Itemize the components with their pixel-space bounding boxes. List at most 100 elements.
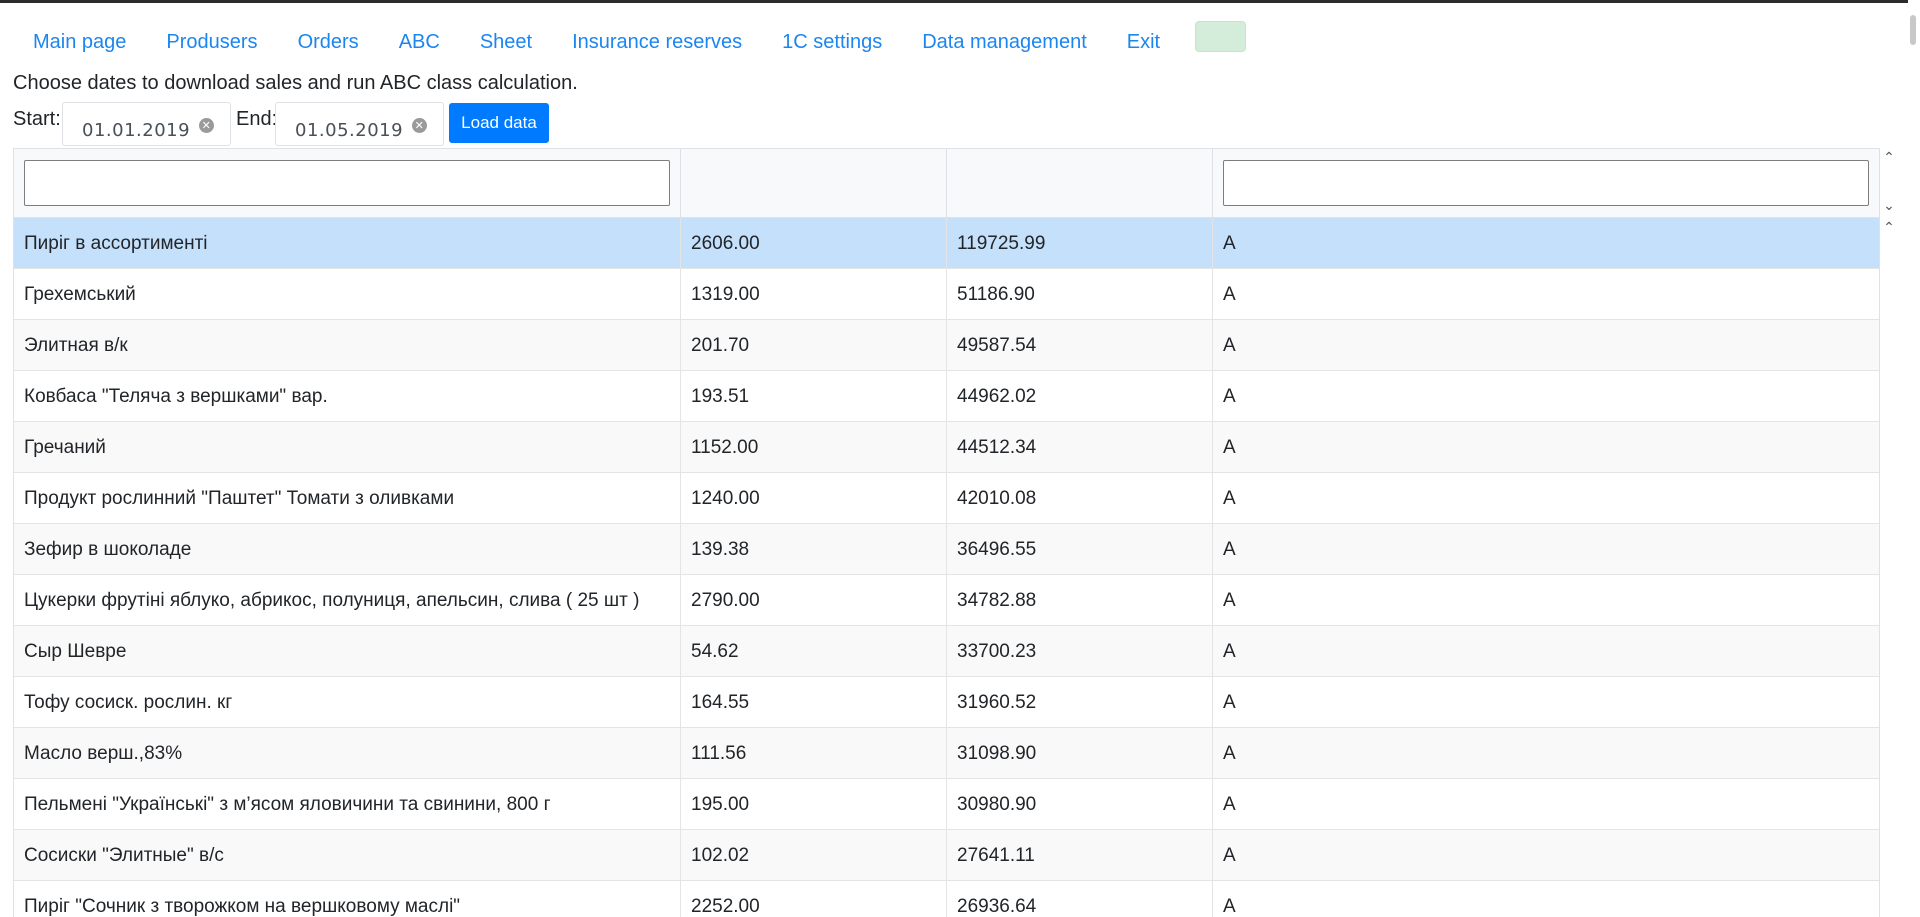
- nav-sheet[interactable]: Sheet: [480, 31, 532, 54]
- start-date-input[interactable]: 01.01.2019 ✕: [62, 102, 231, 146]
- table-row[interactable]: Элитная в/к 201.70 49587.54 A: [14, 320, 1879, 371]
- scroll-down-icon[interactable]: ⌄: [1882, 198, 1896, 212]
- nav-orders[interactable]: Orders: [298, 31, 359, 54]
- table-row[interactable]: Пиріг "Сочник з творожком на вершковому …: [14, 881, 1879, 917]
- quantity-cell: 193.51: [681, 371, 947, 422]
- table-filter-row: [14, 149, 1879, 218]
- abc-class-cell: A: [1223, 233, 1236, 254]
- product-name-cell: Сыр Шевре: [14, 626, 681, 677]
- main-nav: Main page Produsers Orders ABC Sheet Ins…: [16, 17, 1247, 67]
- end-date-value: 01.05.2019: [295, 120, 404, 141]
- window-top-border: [0, 0, 1920, 3]
- page-scrollbar[interactable]: [1908, 0, 1920, 917]
- sum-cell: 26936.64: [947, 881, 1213, 917]
- nav-insurance-reserves[interactable]: Insurance reserves: [572, 31, 742, 54]
- quantity-cell: 111.56: [681, 728, 947, 779]
- quantity-cell: 102.02: [681, 830, 947, 881]
- abc-class-cell: A: [1223, 284, 1236, 305]
- filter-cell-quantity: [681, 149, 947, 217]
- abc-table: Пиріг в ассортименті 2606.00 119725.99 A Гре…: [13, 148, 1880, 917]
- start-label: Start:: [13, 108, 61, 130]
- product-name-cell: Грехемський: [14, 269, 681, 320]
- quantity-cell: 1319.00: [681, 269, 947, 320]
- status-badge: [1195, 20, 1247, 52]
- quantity-cell: 2790.00: [681, 575, 947, 626]
- end-date-input[interactable]: 01.05.2019 ✕: [275, 102, 444, 146]
- table-row[interactable]: Сыр Шевре 54.62 33700.23 A: [14, 626, 1879, 677]
- product-name-cell: Элитная в/к: [14, 320, 681, 371]
- abc-class-cell: A: [1223, 437, 1236, 458]
- table-row[interactable]: Ковбаса "Теляча з вершками" вар. 193.51 44…: [14, 371, 1879, 422]
- product-name-cell: Пиріг "Сочник з творожком на вершковому …: [14, 881, 681, 917]
- product-name-cell: Масло верш.,83%: [14, 728, 681, 779]
- abc-class-cell: A: [1223, 896, 1236, 917]
- start-date-value: 01.01.2019: [82, 120, 191, 141]
- product-name-cell: Пельмені "Українські" з м’ясом яловичини…: [14, 779, 681, 830]
- quantity-cell: 1240.00: [681, 473, 947, 524]
- abc-class-cell: A: [1223, 386, 1236, 407]
- table-row[interactable]: Пиріг в ассортименті 2606.00 119725.99 A: [14, 218, 1879, 269]
- sum-cell: 33700.23: [947, 626, 1213, 677]
- table-row[interactable]: Грехемський 1319.00 51186.90 A: [14, 269, 1879, 320]
- clear-end-date-icon[interactable]: ✕: [412, 118, 427, 133]
- filter-cell-name: [14, 149, 681, 217]
- product-name-cell: Зефир в шоколаде: [14, 524, 681, 575]
- product-name-cell: Гречаний: [14, 422, 681, 473]
- clear-start-date-icon[interactable]: ✕: [199, 118, 214, 133]
- table-row[interactable]: Масло верш.,83% 111.56 31098.90 A: [14, 728, 1879, 779]
- filter-cell-sum: [947, 149, 1213, 217]
- table-row[interactable]: Тофу сосиск. рослин. кг 164.55 31960.52 A: [14, 677, 1879, 728]
- nav-1c-settings[interactable]: 1C settings: [782, 31, 882, 54]
- sum-cell: 31960.52: [947, 677, 1213, 728]
- table-row[interactable]: Продукт рослинний "Паштет" Томати з олив…: [14, 473, 1879, 524]
- nav-abc[interactable]: ABC: [399, 31, 440, 54]
- sum-cell: 27641.11: [947, 830, 1213, 881]
- quantity-cell: 195.00: [681, 779, 947, 830]
- product-name-cell: Пиріг в ассортименті: [14, 218, 681, 269]
- scroll-up-icon[interactable]: ⌃: [1882, 220, 1896, 234]
- nav-produsers[interactable]: Produsers: [166, 31, 257, 54]
- sum-cell: 44962.02: [947, 371, 1213, 422]
- table-row[interactable]: Сосиски "Элитные" в/с 102.02 27641.11 A: [14, 830, 1879, 881]
- class-filter-input[interactable]: [1223, 160, 1869, 206]
- load-data-button[interactable]: Load data: [449, 103, 549, 143]
- sum-cell: 49587.54: [947, 320, 1213, 371]
- product-name-cell: Сосиски "Элитные" в/с: [14, 830, 681, 881]
- product-name-cell: Цукерки фрутіні яблуко, абрикос, полуниц…: [14, 575, 681, 626]
- product-name-cell: Тофу сосиск. рослин. кг: [14, 677, 681, 728]
- quantity-cell: 139.38: [681, 524, 947, 575]
- sum-cell: 119725.99: [947, 218, 1213, 269]
- end-label: End:: [236, 108, 278, 130]
- table-scrollbar[interactable]: ⌃ ⌄ ⌃: [1880, 148, 1898, 917]
- sum-cell: 34782.88: [947, 575, 1213, 626]
- nav-exit[interactable]: Exit: [1127, 31, 1160, 54]
- quantity-cell: 54.62: [681, 626, 947, 677]
- info-text: Choose dates to download sales and run A…: [13, 72, 578, 94]
- sum-cell: 51186.90: [947, 269, 1213, 320]
- table-row[interactable]: Зефир в шоколаде 139.38 36496.55 A: [14, 524, 1879, 575]
- sum-cell: 44512.34: [947, 422, 1213, 473]
- table-row[interactable]: Гречаний 1152.00 44512.34 A: [14, 422, 1879, 473]
- page-scrollbar-thumb[interactable]: [1910, 15, 1916, 45]
- sum-cell: 31098.90: [947, 728, 1213, 779]
- filter-cell-class: [1213, 149, 1879, 217]
- abc-class-cell: A: [1223, 692, 1236, 713]
- abc-class-cell: A: [1223, 794, 1236, 815]
- table-row[interactable]: Цукерки фрутіні яблуко, абрикос, полуниц…: [14, 575, 1879, 626]
- product-name-cell: Ковбаса "Теляча з вершками" вар.: [14, 371, 681, 422]
- quantity-cell: 164.55: [681, 677, 947, 728]
- quantity-cell: 2606.00: [681, 218, 947, 269]
- quantity-cell: 1152.00: [681, 422, 947, 473]
- scroll-up-icon[interactable]: ⌃: [1882, 150, 1896, 164]
- abc-class-cell: A: [1223, 590, 1236, 611]
- sum-cell: 30980.90: [947, 779, 1213, 830]
- table-row[interactable]: Пельмені "Українські" з м’ясом яловичини…: [14, 779, 1879, 830]
- nav-main-page[interactable]: Main page: [33, 31, 126, 54]
- nav-data-management[interactable]: Data management: [922, 31, 1087, 54]
- name-filter-input[interactable]: [24, 160, 670, 206]
- quantity-cell: 2252.00: [681, 881, 947, 917]
- product-name-cell: Продукт рослинний "Паштет" Томати з олив…: [14, 473, 681, 524]
- abc-class-cell: A: [1223, 488, 1236, 509]
- abc-class-cell: A: [1223, 743, 1236, 764]
- abc-class-cell: A: [1223, 539, 1236, 560]
